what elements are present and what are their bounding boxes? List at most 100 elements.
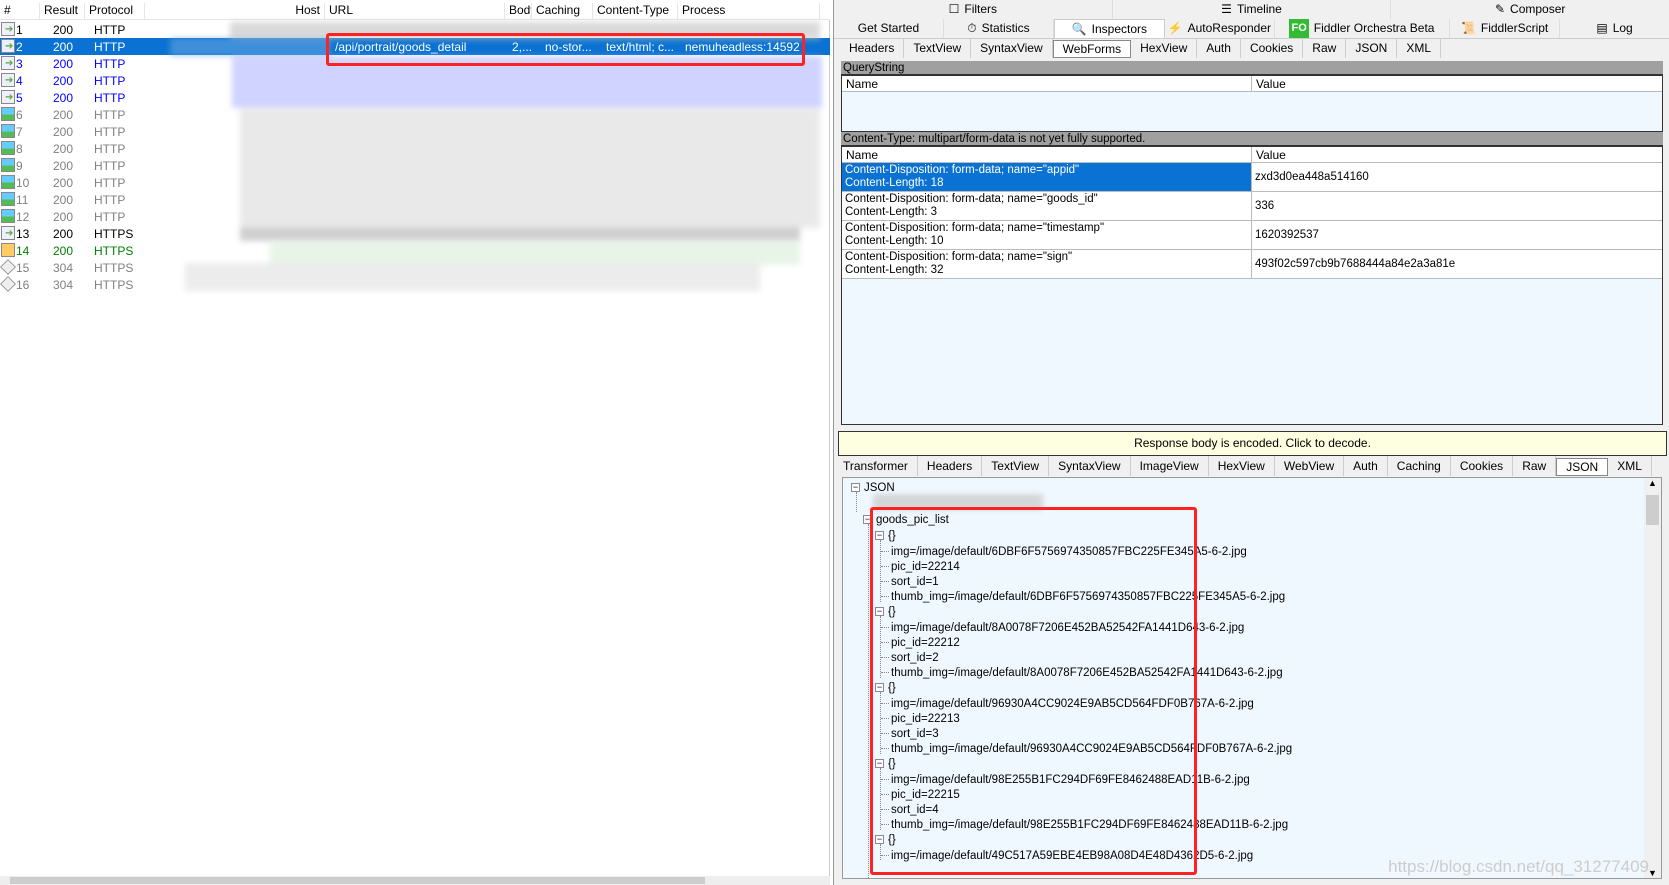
row-protocol: HTTP (94, 142, 126, 156)
tree-node-object[interactable]: −{} (875, 680, 896, 696)
col-value[interactable]: Value (1252, 76, 1286, 91)
tab-log[interactable]: ▤ Log (1560, 19, 1669, 38)
tab-webforms[interactable]: WebForms (1052, 40, 1132, 58)
column-header-protocol[interactable]: Protocol (85, 3, 145, 19)
node-label: thumb_img=/image/default/96930A4CC9024E9… (891, 743, 1293, 755)
col-name[interactable]: Name (842, 76, 1252, 91)
node-label: thumb_img=/image/default/6DBF6F575697435… (891, 591, 1286, 603)
lightning-icon: ⚡ (1167, 21, 1183, 36)
session-row[interactable]: 2 200 HTTP/api/portrait/goods_detail 2,... n… (0, 38, 830, 55)
tree-node-object[interactable]: −{} (875, 604, 896, 620)
field-length: Content-Length: 3 (845, 206, 938, 218)
column-header-contenttype[interactable]: Content-Type (593, 3, 678, 19)
tab-syntaxview[interactable]: SyntaxView (971, 38, 1053, 58)
tab-cookies[interactable]: Cookies (1451, 456, 1514, 476)
formdata-row[interactable]: Content-Disposition: form-data; name="si… (842, 250, 1662, 279)
row-result: 200 (53, 23, 74, 37)
timeline-icon: ☰ (1221, 2, 1232, 17)
tab-hexview[interactable]: HexView (1209, 456, 1275, 476)
column-header-#[interactable]: # (0, 3, 40, 19)
tab-composer[interactable]: ✎ Composer (1391, 0, 1669, 19)
column-header-host[interactable]: Host (145, 3, 325, 19)
tab-fiddler-orchestra-beta[interactable]: FO Fiddler Orchestra Beta (1275, 19, 1451, 39)
formdata-row[interactable]: Content-Disposition: form-data; name="ti… (842, 221, 1662, 250)
col-value[interactable]: Value (1252, 147, 1286, 162)
scroll-up-icon[interactable]: ▲ (1644, 478, 1661, 488)
tab-raw[interactable]: Raw (1303, 38, 1347, 58)
tab-auth[interactable]: Auth (1344, 456, 1388, 476)
tab-label: Fiddler Orchestra Beta (1313, 21, 1435, 35)
top-tabs-row1: ☐ Filters ☰ Timeline ✎ Composer (834, 0, 1669, 19)
row-result: 200 (53, 74, 74, 88)
row-caching: no-stor... (545, 40, 592, 54)
blurred-content (270, 241, 800, 265)
tab-caching[interactable]: Caching (1388, 456, 1451, 476)
tab-hexview[interactable]: HexView (1131, 38, 1198, 58)
tab-syntaxview[interactable]: SyntaxView (1049, 456, 1131, 476)
tree-node-property: pic_id=22212 (881, 635, 960, 651)
row-result: 200 (53, 193, 74, 207)
tab-timeline[interactable]: ☰ Timeline (1113, 0, 1392, 19)
row-protocol: HTTPS (94, 278, 134, 292)
tab-xml[interactable]: XML (1397, 38, 1442, 58)
formdata-row[interactable]: Content-Disposition: form-data; name="ap… (842, 163, 1662, 192)
tab-headers[interactable]: Headers (840, 38, 905, 58)
tree-connector (881, 551, 889, 553)
formdata-name: Content-Disposition: form-data; name="si… (842, 250, 1252, 278)
vertical-scrollbar[interactable]: ▲ ▼ (1644, 478, 1661, 878)
scrollbar-thumb[interactable] (1646, 495, 1659, 525)
formdata-name: Content-Disposition: form-data; name="ti… (842, 221, 1252, 249)
tab-auth[interactable]: Auth (1197, 38, 1241, 58)
tab-imageview[interactable]: ImageView (1131, 456, 1209, 476)
tree-node-root[interactable]: − JSON (851, 480, 895, 496)
tab-fiddlerscript[interactable]: 📜 FiddlerScript (1450, 19, 1561, 38)
row-number: 10 (16, 176, 30, 190)
image-icon (1, 141, 15, 155)
row-number: 15 (16, 261, 30, 275)
column-header-result[interactable]: Result (40, 3, 85, 19)
horizontal-scrollbar[interactable] (0, 876, 830, 885)
tab-json[interactable]: JSON (1556, 458, 1609, 476)
tab-headers[interactable]: Headers (918, 456, 983, 476)
tree-node-property: sort_id=2 (881, 650, 939, 666)
formdata-value: zxd3d0ea448a514160 (1255, 171, 1369, 183)
sessions-panel: #ResultProtocolHostURLBodyCachingContent… (0, 0, 830, 885)
formdata-grid: Name Value Content-Disposition: form-data… (841, 146, 1663, 425)
tab-statistics[interactable]: ⏱ Statistics (944, 19, 1054, 38)
tab-label: Composer (1510, 2, 1566, 16)
tab-get-started[interactable]: Get Started (834, 19, 944, 38)
tree-node-object[interactable]: −{} (875, 832, 896, 848)
row-result: 200 (53, 91, 74, 105)
formdata-name: Content-Disposition: form-data; name="ap… (842, 163, 1252, 191)
tab-json[interactable]: JSON (1346, 38, 1398, 58)
tab-transformer[interactable]: Transformer (834, 456, 918, 476)
scrollbar-thumb[interactable] (10, 877, 705, 884)
decode-bar[interactable]: Response body is encoded. Click to decod… (838, 431, 1667, 456)
tab-filters[interactable]: ☐ Filters (834, 0, 1113, 19)
tree-node-object[interactable]: −{} (875, 756, 896, 772)
col-name[interactable]: Name (842, 147, 1252, 162)
tree-node-object[interactable]: −{} (875, 528, 896, 544)
column-header-caching[interactable]: Caching (532, 3, 593, 19)
column-header-body[interactable]: Body (505, 3, 532, 19)
tab-inspectors[interactable]: 🔍 Inspectors (1053, 19, 1165, 38)
node-label: sort_id=2 (891, 652, 939, 664)
tab-textview[interactable]: TextView (904, 38, 972, 58)
tab-label: Statistics (981, 21, 1030, 35)
node-label: {} (888, 530, 896, 542)
tab-autoresponder[interactable]: ⚡ AutoResponder (1165, 19, 1275, 38)
tab-raw[interactable]: Raw (1513, 456, 1557, 476)
field-disposition: Content-Disposition: form-data; name="ap… (845, 164, 1080, 176)
tree-node-goods-pic-list[interactable]: − goods_pic_list (863, 512, 949, 528)
formdata-value: 493f02c597cb9b7688444a84e2a3a81e (1255, 258, 1456, 270)
row-protocol: HTTP (94, 159, 126, 173)
tab-xml[interactable]: XML (1608, 456, 1652, 476)
tab-cookies[interactable]: Cookies (1241, 38, 1304, 58)
tab-textview[interactable]: TextView (982, 456, 1050, 476)
tree-node-property: sort_id=3 (881, 726, 939, 742)
column-header-url[interactable]: URL (325, 3, 505, 19)
node-label: {} (888, 606, 896, 618)
tab-webview[interactable]: WebView (1275, 456, 1345, 476)
column-header-process[interactable]: Process (678, 3, 820, 19)
formdata-row[interactable]: Content-Disposition: form-data; name="go… (842, 192, 1662, 221)
